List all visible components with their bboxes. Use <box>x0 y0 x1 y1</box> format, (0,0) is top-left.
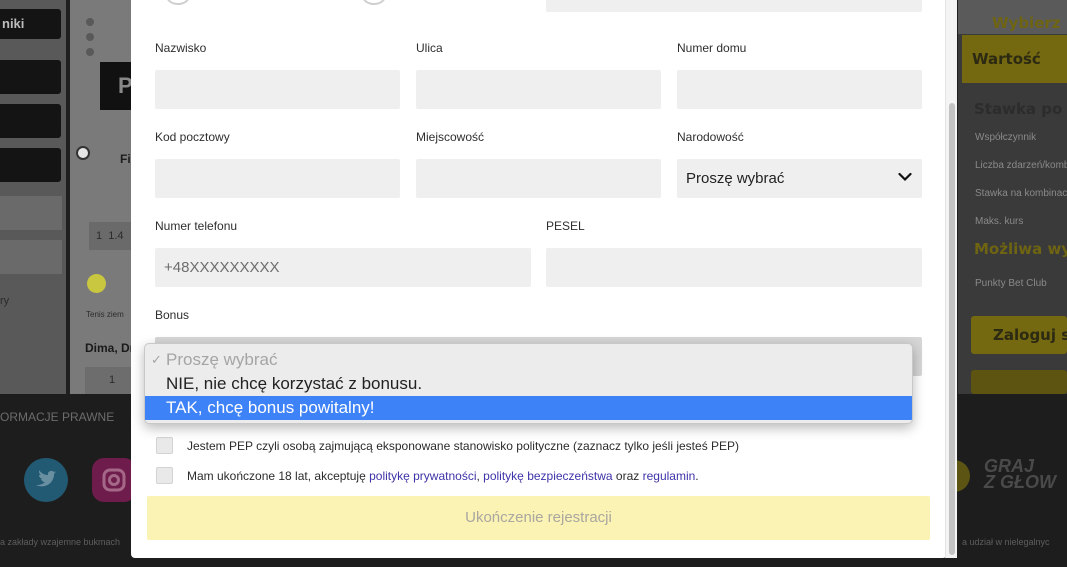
bonus-option-label: Proszę wybrać <box>166 350 278 369</box>
tennis-ball-icon <box>87 274 106 293</box>
bonus-option-highlighted[interactable]: TAK, chcę bonus powitalny! <box>145 396 912 420</box>
postal-code-label: Kod pocztowy <box>155 130 230 144</box>
left-nav-item[interactable] <box>0 196 62 230</box>
modal-scrollbar[interactable] <box>945 0 957 558</box>
chevron-down-icon <box>898 172 912 182</box>
surname-label: Nazwisko <box>155 41 207 55</box>
twitter-icon[interactable] <box>24 458 68 502</box>
club-label: Punkty Bet Club <box>975 278 1047 289</box>
promo-banner[interactable]: P <box>100 62 133 110</box>
rules-link[interactable]: regulamin <box>643 469 696 483</box>
bonus-dropdown-menu: ✓ Proszę wybrać NIE, nie chcę korzystać … <box>144 343 913 424</box>
value-label: Wartość <box>972 50 1041 68</box>
odds-button[interactable]: 1 <box>85 367 132 394</box>
bonus-option-label: TAK, chcę bonus powitalny! <box>166 398 375 417</box>
bonus-label: Bonus <box>155 308 190 322</box>
event-name: Dima, Dr <box>85 341 135 355</box>
text-field[interactable] <box>546 0 922 12</box>
event-name: Fi <box>120 152 131 166</box>
dot-icon <box>86 18 94 26</box>
odds-label: 1 <box>96 230 103 242</box>
phone-field[interactable]: +48XXXXXXXXX <box>155 248 531 287</box>
left-nav-item[interactable] <box>0 240 62 274</box>
left-nav-item[interactable] <box>0 148 61 182</box>
nationality-label: Narodowość <box>677 130 744 144</box>
left-nav-button[interactable]: niki <box>0 9 61 39</box>
legal-link[interactable]: ORMACJE PRAWNE <box>0 410 114 424</box>
left-nav-item[interactable] <box>0 60 61 94</box>
login-button[interactable]: Zaloguj się <box>971 316 1067 354</box>
odds-value: 1.4 <box>108 230 124 242</box>
submit-button[interactable]: Ukończenie rejestracji <box>147 496 930 540</box>
footer-disclaimer: a udział w nielegalnyc <box>962 537 1050 547</box>
pep-checkbox[interactable] <box>156 437 173 454</box>
scrollbar-thumb[interactable] <box>949 103 955 555</box>
football-icon <box>76 146 90 160</box>
choose-label: Wybierz ku <box>992 14 1067 32</box>
terms-checkbox[interactable] <box>156 467 173 484</box>
house-number-label: Numer domu <box>677 41 747 55</box>
betslip-row: Współczynnik <box>975 132 1037 143</box>
phone-label: Numer telefonu <box>155 219 238 233</box>
terms-text: Mam ukończone 18 lat, akceptuję <box>187 469 370 483</box>
brand-slogan: GRAJ Z GŁOW <box>984 457 1056 492</box>
left-nav-item[interactable] <box>0 104 61 138</box>
postal-code-field[interactable] <box>155 159 400 198</box>
street-field[interactable] <box>416 70 661 109</box>
pep-checkbox-label: Jestem PEP czyli osobą zajmującą ekspono… <box>187 439 740 453</box>
security-policy-link[interactable]: politykę bezpieczeństwa <box>483 469 612 483</box>
possible-win-label: Możliwa wygra <box>974 240 1067 258</box>
bonus-option-label: NIE, nie chcę korzystać z bonusu. <box>166 374 423 393</box>
event-column <box>70 0 132 394</box>
dot-icon <box>86 48 94 56</box>
terms-suffix: . <box>695 469 699 483</box>
betslip-row: Liczba zdarzeń/komb <box>975 160 1067 171</box>
sport-label: Tenis ziem <box>86 310 124 319</box>
nationality-value: Proszę wybrać <box>686 170 785 187</box>
terms-checkbox-label: Mam ukończone 18 lat, akceptuję politykę… <box>187 469 699 483</box>
footer-disclaimer: a zakłady wzajemne bukmach <box>0 537 121 547</box>
city-label: Miejscowość <box>416 130 485 144</box>
house-number-field[interactable] <box>677 70 922 109</box>
odds-button[interactable]: 1 1.4 <box>89 222 132 250</box>
instagram-icon[interactable] <box>92 458 136 502</box>
surname-field[interactable] <box>155 70 400 109</box>
brand-slogan-line: Z GŁOW <box>984 472 1056 492</box>
checkmark-icon: ✓ <box>151 352 162 367</box>
bonus-option[interactable]: NIE, nie chcę korzystać z bonusu. <box>145 372 912 396</box>
betslip-row: Maks. kurs <box>975 216 1024 227</box>
left-side-text: ry <box>0 295 10 307</box>
betslip-row: Stawka na kombinac <box>975 188 1067 199</box>
dot-icon <box>86 33 94 41</box>
terms-and: oraz <box>612 469 643 483</box>
privacy-policy-link[interactable]: politykę prywatności <box>369 469 476 483</box>
street-label: Ulica <box>416 41 443 55</box>
stake-header: Stawka po op <box>974 100 1067 118</box>
nationality-select[interactable]: Proszę wybrać <box>677 159 922 198</box>
city-field[interactable] <box>416 159 661 198</box>
secondary-button[interactable] <box>971 370 1067 394</box>
pesel-field[interactable] <box>546 248 922 287</box>
pesel-label: PESEL <box>546 219 585 233</box>
bonus-option[interactable]: ✓ Proszę wybrać <box>145 348 912 372</box>
